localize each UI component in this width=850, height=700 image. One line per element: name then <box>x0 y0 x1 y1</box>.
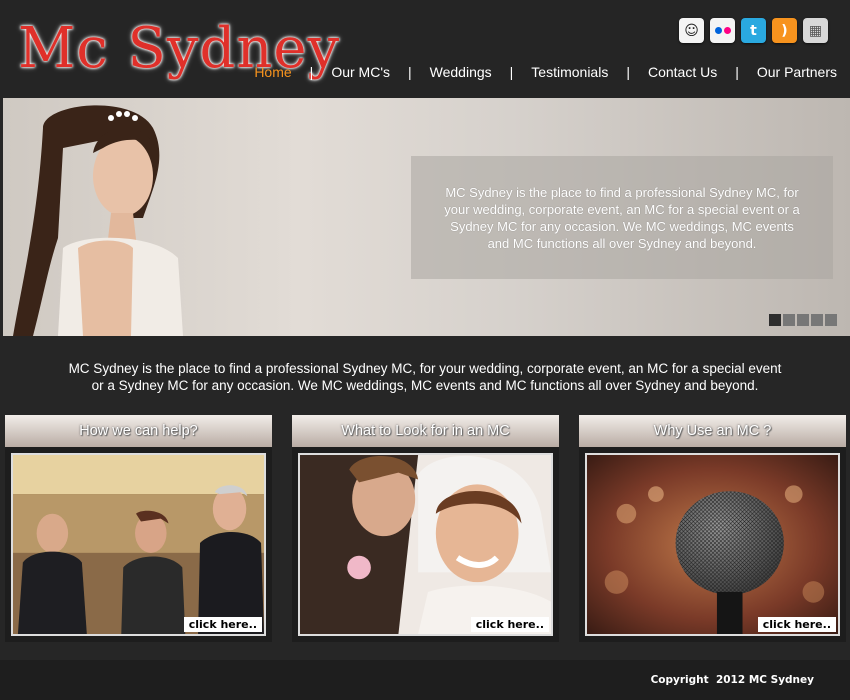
reddit-icon[interactable]: ☺ <box>679 18 704 43</box>
delicious-icon[interactable]: ▦ <box>803 18 828 43</box>
banner-text-box: MC Sydney is the place to find a profess… <box>411 156 833 279</box>
nav-our-mcs[interactable]: Our MC's <box>330 64 391 80</box>
hero-banner: MC Sydney is the place to find a profess… <box>3 98 850 336</box>
nav-separator: | <box>309 64 314 80</box>
banner-text: MC Sydney is the place to find a profess… <box>444 184 800 251</box>
footer: Copyright 2012 MC Sydney <box>0 660 850 700</box>
click-here-link[interactable]: click here.. <box>757 617 836 632</box>
copyright-text: Copyright 2012 MC Sydney <box>650 674 814 686</box>
card-title: Why Use an MC ? <box>579 415 846 447</box>
mc-group-photo[interactable]: click here.. <box>11 453 266 636</box>
microphone-photo[interactable]: click here.. <box>585 453 840 636</box>
nav-home[interactable]: Home <box>253 64 292 80</box>
twitter-icon[interactable]: t <box>741 18 766 43</box>
nav-separator: | <box>408 64 412 80</box>
slider-dot[interactable] <box>797 314 809 326</box>
click-here-link[interactable]: click here.. <box>470 617 549 632</box>
flickr-icon[interactable] <box>710 18 735 43</box>
nav-separator: | <box>735 64 739 80</box>
nav-separator: | <box>509 64 514 80</box>
card-title: How we can help? <box>5 415 272 447</box>
intro-line: MC Sydney is the place to find a profess… <box>68 361 782 376</box>
social-links: ☺ t ) ▦ <box>679 18 828 43</box>
nav-contact-us[interactable]: Contact Us <box>647 64 718 80</box>
main-nav: Home | Our MC's | Weddings | Testimonial… <box>253 64 838 80</box>
intro-line: or a Sydney MC for any occasion. We MC w… <box>91 378 759 393</box>
nav-testimonials[interactable]: Testimonials <box>530 64 609 80</box>
nav-weddings[interactable]: Weddings <box>429 64 493 80</box>
slider-pagination <box>769 314 837 326</box>
header: Mc Sydney ☺ t ) ▦ Home | Our MC's | Wedd… <box>0 0 850 98</box>
intro-text: MC Sydney is the place to find a profess… <box>0 360 850 394</box>
card-why-use-an-mc: Why Use an MC ? click here.. <box>579 415 846 642</box>
bride-image <box>13 105 183 336</box>
slider-dot[interactable] <box>811 314 823 326</box>
card-what-to-look-for: What to Look for in an MC click here.. <box>292 415 559 642</box>
wedding-couple-photo[interactable]: click here.. <box>298 453 553 636</box>
nav-our-partners[interactable]: Our Partners <box>756 64 838 80</box>
slider-dot[interactable] <box>825 314 837 326</box>
slider-dot[interactable] <box>769 314 781 326</box>
card-how-we-can-help: How we can help? click here.. <box>5 415 272 642</box>
slider-dot[interactable] <box>783 314 795 326</box>
rss-icon[interactable]: ) <box>772 18 797 43</box>
click-here-link[interactable]: click here.. <box>183 617 262 632</box>
nav-separator: | <box>626 64 630 80</box>
card-title: What to Look for in an MC <box>292 415 559 447</box>
